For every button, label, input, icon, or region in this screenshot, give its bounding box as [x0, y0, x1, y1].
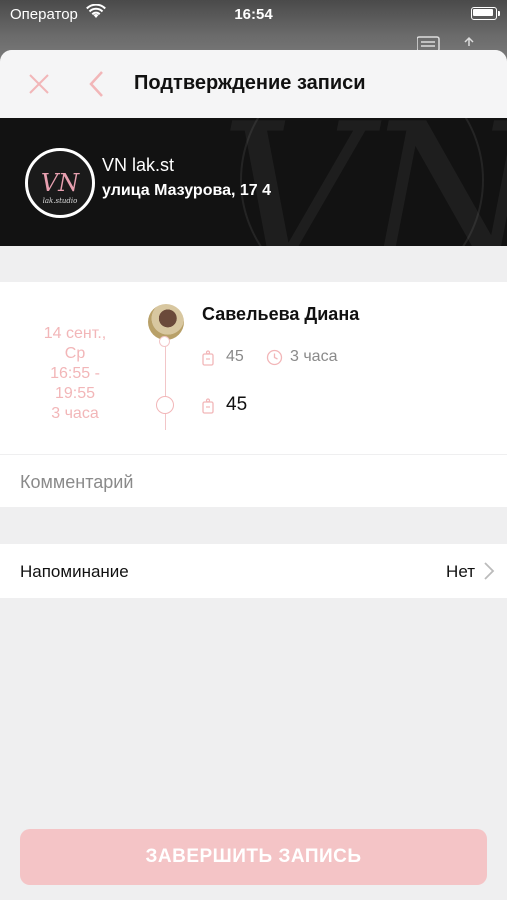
- battery-icon: [471, 7, 500, 20]
- master-duration: 3 часа: [290, 348, 338, 365]
- time-end-line: 19:55: [54, 385, 96, 402]
- price-tag-icon: [202, 398, 214, 419]
- chevron-right-icon: [483, 561, 495, 586]
- salon-address: улица Мазурова, 17 4: [102, 182, 272, 199]
- reminder-value: Нет: [446, 562, 475, 581]
- price-tag-icon: [202, 350, 214, 371]
- close-icon[interactable]: [26, 71, 52, 97]
- confirmation-sheet: Подтверждение записи VN VN lak.studio VN…: [0, 50, 507, 900]
- time-start-line: 16:55 -: [50, 365, 100, 382]
- date-line: 14 сент.,: [43, 325, 107, 342]
- master-price: 45: [226, 348, 244, 365]
- svg-text:lak.studio: lak.studio: [43, 197, 78, 205]
- clock-time: 16:54: [234, 6, 273, 23]
- salon-logo: VN lak.studio: [25, 148, 95, 218]
- master-avatar: [148, 304, 184, 340]
- page-title: Подтверждение записи: [134, 72, 366, 94]
- master-name: Савельева Диана: [202, 304, 360, 324]
- clock-icon: [266, 349, 283, 371]
- reminder-label: Напоминание: [20, 562, 129, 581]
- duration-line: 3 часа: [51, 405, 99, 422]
- svg-text:VN: VN: [41, 169, 80, 197]
- appointment-card: 14 сент., Ср 16:55 - 19:55 3 часа Савель…: [0, 282, 507, 454]
- comment-placeholder: Комментарий: [20, 472, 134, 492]
- service-timeline-node: [156, 396, 174, 414]
- salon-banner: VN VN lak.studio VN lak.st улица Мазуров…: [0, 118, 507, 246]
- salon-name: VN lak.st: [102, 155, 175, 175]
- status-bar: Оператор 16:54: [0, 0, 507, 28]
- comment-field[interactable]: Комментарий: [0, 455, 507, 507]
- chevron-left-icon[interactable]: [84, 69, 110, 99]
- reminder-row[interactable]: Напоминание Нет: [0, 544, 507, 598]
- appointment-datetime: 14 сент., Ср 16:55 - 19:55 3 часа: [20, 324, 130, 424]
- service-price: 45: [226, 394, 248, 415]
- weekday-line: Ср: [64, 345, 86, 362]
- nav-bar: Подтверждение записи: [0, 50, 507, 118]
- finish-booking-button[interactable]: ЗАВЕРШИТЬ ЗАПИСЬ: [20, 829, 487, 885]
- timeline-dot: [159, 336, 170, 347]
